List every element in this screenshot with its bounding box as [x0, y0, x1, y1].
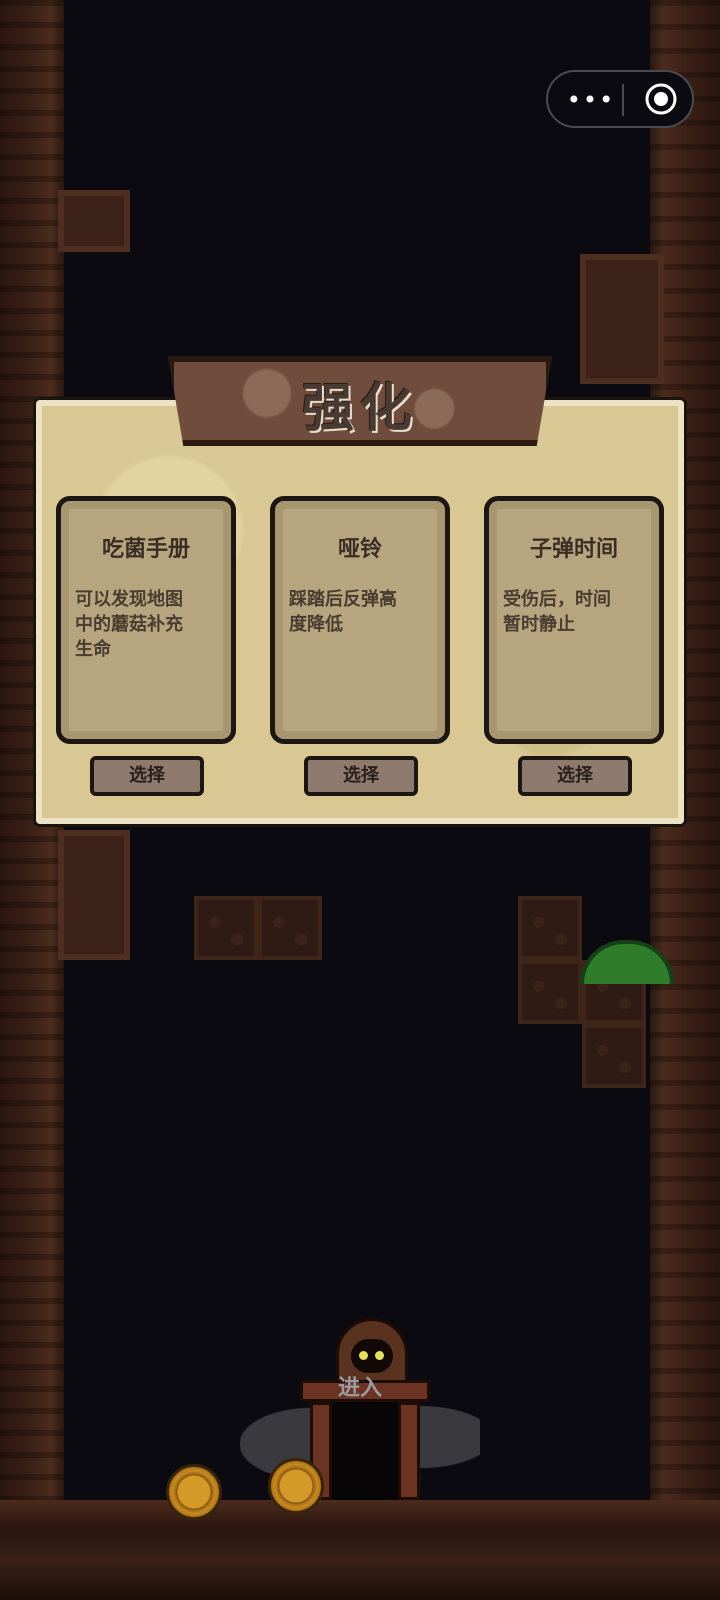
- cave-floor: [0, 1500, 720, 1600]
- wall-ledge: [58, 190, 130, 252]
- mini-program-capsule: •••: [546, 70, 694, 128]
- hood-face: [351, 1339, 393, 1373]
- enter-label[interactable]: 进入: [320, 1370, 400, 1402]
- capsule-divider: [622, 84, 624, 116]
- upgrade-name: 子弹时间: [529, 537, 618, 562]
- target-icon[interactable]: [644, 82, 678, 116]
- more-dots-icon[interactable]: •••: [566, 86, 616, 114]
- select-button-2[interactable]: 选择: [518, 756, 632, 796]
- upgrade-description: 可以发现地图中的蘑菇补充生命: [75, 589, 183, 660]
- dirt-block: [194, 896, 258, 960]
- eye-icon: [375, 1351, 384, 1360]
- upgrade-description: 受伤后，时间暂时静止: [503, 589, 611, 635]
- upgrade-card: 吃菌手册 可以发现地图中的蘑菇补充生命: [56, 496, 236, 744]
- wall-ledge: [580, 254, 664, 384]
- coin-icon[interactable]: [268, 1458, 324, 1514]
- upgrade-description: 踩踏后反弹高度降低: [289, 589, 397, 635]
- upgrade-card: 哑铃 踩踏后反弹高度降低: [270, 496, 450, 744]
- dirt-block: [258, 896, 322, 960]
- upgrade-name: 哑铃: [337, 537, 382, 562]
- select-button-1[interactable]: 选择: [304, 756, 418, 796]
- select-button-0[interactable]: 选择: [90, 756, 204, 796]
- eye-icon: [359, 1351, 368, 1360]
- coin-icon[interactable]: [166, 1464, 222, 1520]
- panel-title: 强化: [301, 379, 418, 439]
- wall-ledge: [58, 830, 130, 960]
- door-post-right: [398, 1402, 420, 1500]
- dirt-block: [518, 896, 582, 960]
- dirt-block: [582, 1024, 646, 1088]
- upgrade-card: 子弹时间 受伤后，时间暂时静止: [484, 496, 664, 744]
- upgrade-name: 吃菌手册: [101, 537, 190, 562]
- dirt-block: [518, 960, 582, 1024]
- door-opening: [332, 1402, 398, 1500]
